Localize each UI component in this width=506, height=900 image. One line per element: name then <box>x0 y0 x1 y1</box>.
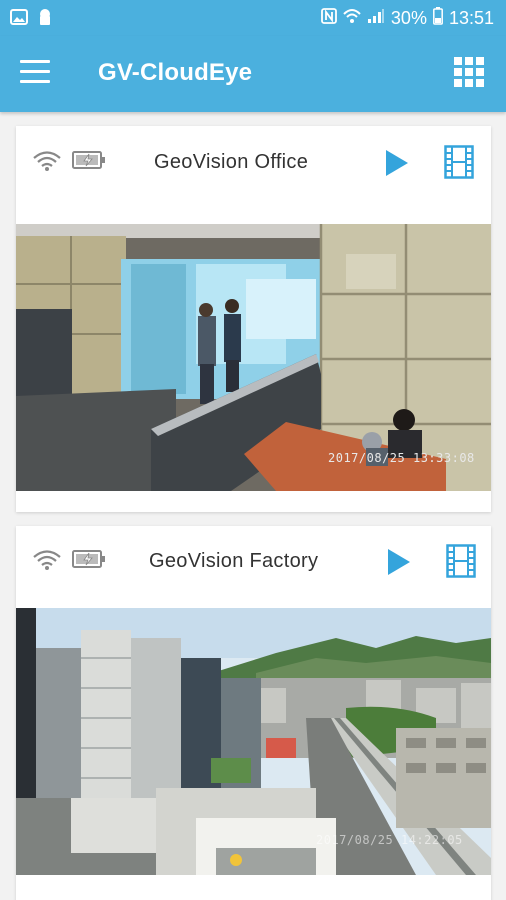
feed-timestamp: 2017/08/25 13:33:08 <box>328 451 475 465</box>
battery-icon <box>433 7 443 30</box>
battery-charging-icon <box>72 549 106 574</box>
film-icon[interactable] <box>444 145 474 184</box>
signal-icon <box>367 8 385 29</box>
wifi-icon <box>343 8 361 29</box>
camera-name: GeoVision Office <box>154 151 309 173</box>
camera-card-factory[interactable]: GeoVision Factory 2017/08/25 14:22:05 <box>16 526 491 900</box>
camera-name: GeoVision Factory <box>149 550 319 572</box>
hamburger-menu-icon[interactable] <box>20 60 50 86</box>
grid-view-icon[interactable] <box>454 57 484 87</box>
wifi-icon <box>32 549 62 576</box>
camera-feed-office[interactable]: 2017/08/25 13:33:08 <box>16 224 491 491</box>
play-icon[interactable] <box>386 547 412 582</box>
camera-card-header: GeoVision Office <box>16 126 491 224</box>
battery-percent: 30% <box>390 8 427 28</box>
keyhole-icon <box>38 8 52 31</box>
app-title: GV-CloudEye <box>98 59 253 86</box>
camera-card-header: GeoVision Factory <box>16 526 491 608</box>
play-icon[interactable] <box>384 148 410 183</box>
wifi-icon <box>32 150 62 177</box>
app-bar: GV-CloudEye <box>0 36 506 112</box>
status-bar: 30% 13:51 <box>0 0 506 36</box>
feed-timestamp: 2017/08/25 14:22:05 <box>316 833 463 847</box>
gallery-icon <box>10 9 28 30</box>
film-icon[interactable] <box>446 544 476 583</box>
clock: 13:51 <box>448 8 494 28</box>
camera-feed-factory[interactable]: 2017/08/25 14:22:05 <box>16 608 491 875</box>
camera-card-office[interactable]: GeoVision Office 2017/08/25 13:33:08 <box>16 126 491 512</box>
nfc-icon <box>321 8 337 29</box>
battery-charging-icon <box>72 150 106 175</box>
